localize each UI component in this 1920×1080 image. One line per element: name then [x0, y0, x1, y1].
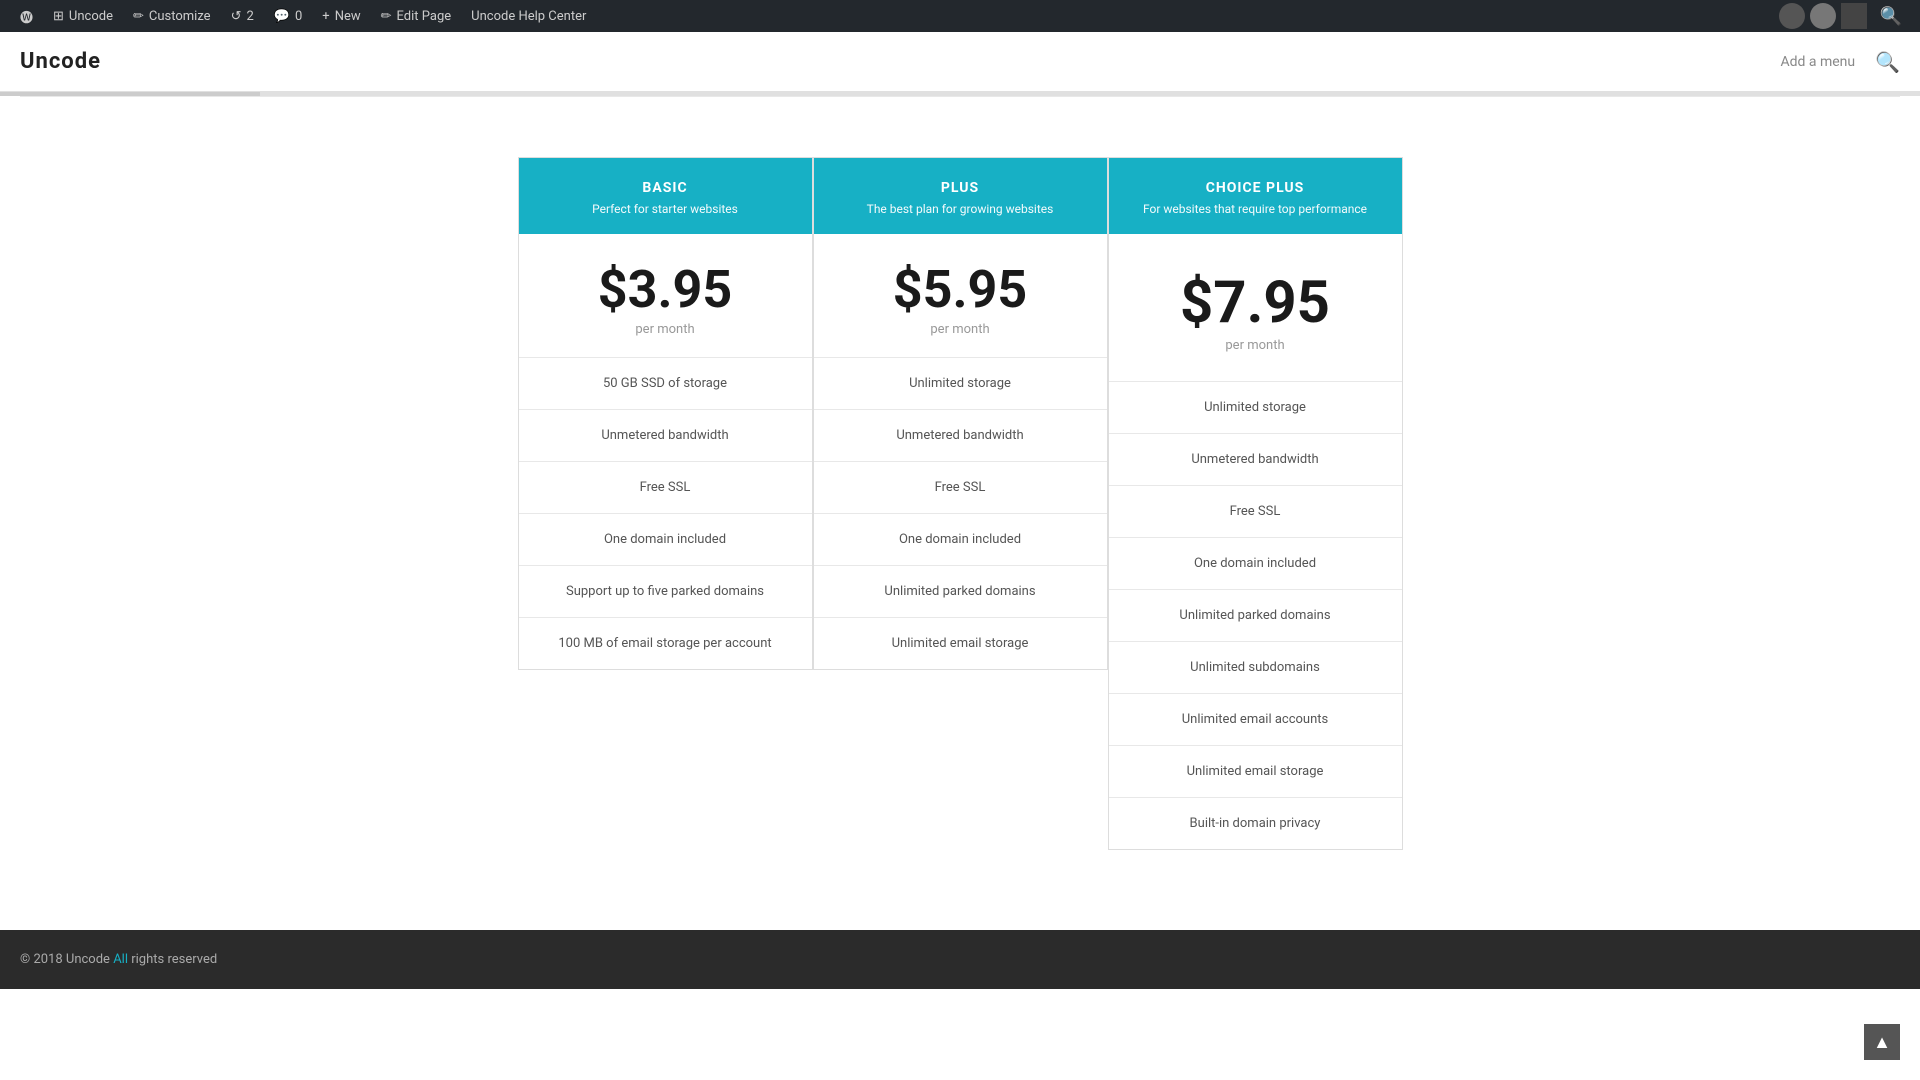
- admin-bar-help[interactable]: Uncode Help Center: [461, 0, 596, 32]
- wp-icon: 🅦: [20, 7, 33, 26]
- admin-search-icon[interactable]: 🔍: [1872, 6, 1910, 27]
- avatar-1: [1779, 3, 1805, 29]
- plus-feature-5: Unlimited parked domains: [814, 566, 1107, 618]
- choice-plus-plan-name: CHOICE PLUS: [1129, 180, 1382, 196]
- main-content: BASIC Perfect for starter websites $3.95…: [360, 97, 1560, 930]
- basic-header: BASIC Perfect for starter websites: [519, 158, 812, 234]
- pricing-card-choice-plus: CHOICE PLUS For websites that require to…: [1108, 157, 1403, 850]
- basic-feature-1: 50 GB SSD of storage: [519, 358, 812, 410]
- revisions-icon: ↺: [231, 9, 242, 24]
- customize-icon: ✏: [133, 9, 144, 24]
- footer-brand: All: [113, 952, 128, 967]
- choice-plus-feature-8: Unlimited email storage: [1109, 746, 1402, 798]
- basic-feature-5: Support up to five parked domains: [519, 566, 812, 618]
- choice-plus-feature-1: Unlimited storage: [1109, 382, 1402, 434]
- choice-plus-plan-tagline: For websites that require top performanc…: [1129, 202, 1382, 216]
- plus-period: per month: [834, 322, 1087, 337]
- scroll-top-button[interactable]: ▲: [1864, 1024, 1900, 1060]
- choice-plus-price-block: $7.95 per month: [1109, 234, 1402, 382]
- admin-bar-new[interactable]: + New: [312, 0, 370, 32]
- pricing-section: BASIC Perfect for starter websites $3.95…: [380, 157, 1540, 850]
- page-wrap: Uncode Add a menu 🔍 BASIC Perfect for st…: [0, 0, 1920, 989]
- plus-feature-4: One domain included: [814, 514, 1107, 566]
- basic-price-block: $3.95 per month: [519, 234, 812, 358]
- admin-bar-comments[interactable]: 💬 0: [264, 0, 313, 32]
- plus-feature-6: Unlimited email storage: [814, 618, 1107, 669]
- comments-icon: 💬: [274, 9, 290, 24]
- plus-plan-name: PLUS: [834, 180, 1087, 196]
- choice-plus-feature-6: Unlimited subdomains: [1109, 642, 1402, 694]
- edit-icon: ✏: [381, 9, 392, 24]
- site-nav: Add a menu 🔍: [1780, 50, 1900, 74]
- plus-header: PLUS The best plan for growing websites: [814, 158, 1107, 234]
- basic-plan-tagline: Perfect for starter websites: [539, 202, 792, 216]
- add-menu-link[interactable]: Add a menu: [1780, 54, 1855, 70]
- footer-copyright: © 2018 Uncode: [20, 952, 110, 967]
- basic-feature-4: One domain included: [519, 514, 812, 566]
- pricing-card-plus: PLUS The best plan for growing websites …: [813, 157, 1108, 670]
- plus-price-block: $5.95 per month: [814, 234, 1107, 358]
- basic-plan-name: BASIC: [539, 180, 792, 196]
- scroll-line: [0, 92, 1920, 96]
- choice-plus-period: per month: [1129, 338, 1382, 353]
- plus-plan-tagline: The best plan for growing websites: [834, 202, 1087, 216]
- plus-feature-1: Unlimited storage: [814, 358, 1107, 410]
- uncode-icon: ⊞: [53, 9, 64, 24]
- site-footer: © 2018 Uncode All rights reserved: [0, 930, 1920, 989]
- choice-plus-header: CHOICE PLUS For websites that require to…: [1109, 158, 1402, 234]
- basic-feature-6: 100 MB of email storage per account: [519, 618, 812, 669]
- choice-plus-feature-9: Built-in domain privacy: [1109, 798, 1402, 849]
- admin-bar-revisions[interactable]: ↺ 2: [221, 0, 264, 32]
- basic-price: $3.95: [539, 264, 792, 316]
- site-logo: Uncode: [20, 49, 101, 74]
- footer-suffix: rights reserved: [131, 952, 217, 967]
- choice-plus-feature-7: Unlimited email accounts: [1109, 694, 1402, 746]
- scroll-top-icon: ▲: [1873, 1032, 1891, 1053]
- choice-plus-feature-3: Free SSL: [1109, 486, 1402, 538]
- admin-bar-wp-icon[interactable]: 🅦: [10, 0, 43, 32]
- avatar-2: [1810, 3, 1836, 29]
- choice-plus-feature-5: Unlimited parked domains: [1109, 590, 1402, 642]
- basic-period: per month: [539, 322, 792, 337]
- pricing-card-basic: BASIC Perfect for starter websites $3.95…: [518, 157, 813, 670]
- admin-bar-customize[interactable]: ✏ Customize: [123, 0, 221, 32]
- admin-bar-right: 🔍: [1779, 3, 1910, 29]
- basic-feature-2: Unmetered bandwidth: [519, 410, 812, 462]
- admin-bar-uncode[interactable]: ⊞ Uncode: [43, 0, 123, 32]
- plus-feature-3: Free SSL: [814, 462, 1107, 514]
- scroll-progress: [0, 92, 260, 96]
- admin-bar: 🅦 ⊞ Uncode ✏ Customize ↺ 2 💬 0 + New ✏ E…: [0, 0, 1920, 32]
- admin-bar-edit-page[interactable]: ✏ Edit Page: [371, 0, 462, 32]
- choice-plus-feature-2: Unmetered bandwidth: [1109, 434, 1402, 486]
- choice-plus-feature-4: One domain included: [1109, 538, 1402, 590]
- basic-feature-3: Free SSL: [519, 462, 812, 514]
- search-icon-header[interactable]: 🔍: [1875, 50, 1900, 74]
- plus-price: $5.95: [834, 264, 1087, 316]
- plus-icon: +: [322, 9, 329, 24]
- site-header: Uncode Add a menu 🔍: [0, 32, 1920, 92]
- plus-feature-2: Unmetered bandwidth: [814, 410, 1107, 462]
- choice-plus-price: $7.95: [1129, 274, 1382, 332]
